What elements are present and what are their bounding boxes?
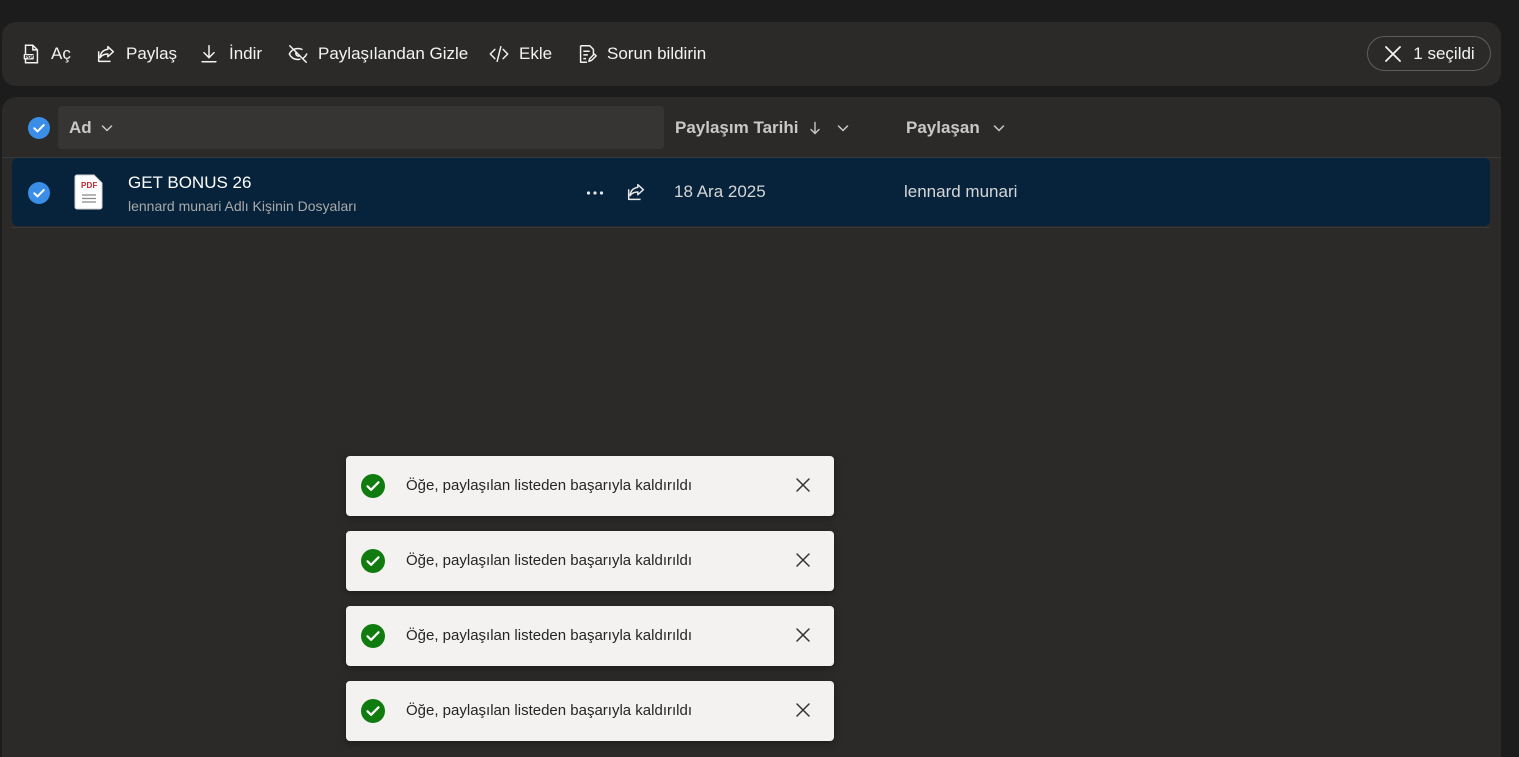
open-button[interactable]: Aç bbox=[20, 22, 71, 86]
toast-notification: Öğe, paylaşılan listeden başarıyla kaldı… bbox=[346, 681, 834, 741]
selected-count-label: 1 seçildi bbox=[1413, 43, 1475, 63]
column-shared-date-label: Paylaşım Tarihi bbox=[675, 117, 799, 137]
toast-notification: Öğe, paylaşılan listeden başarıyla kaldı… bbox=[346, 531, 834, 591]
toast-message: Öğe, paylaşılan listeden başarıyla kaldı… bbox=[406, 477, 692, 494]
report-icon bbox=[579, 45, 597, 63]
column-shared-by-label: Paylaşan bbox=[906, 117, 980, 137]
toast-message: Öğe, paylaşılan listeden başarıyla kaldı… bbox=[406, 552, 692, 569]
hide-from-shared-label: Paylaşılandan Gizle bbox=[318, 44, 469, 63]
pdf-file-icon: PDF bbox=[74, 174, 104, 210]
embed-label: Ekle bbox=[519, 44, 553, 63]
success-check-icon bbox=[361, 699, 385, 723]
hide-from-shared-button[interactable]: Paylaşılandan Gizle bbox=[287, 22, 468, 86]
share-button[interactable]: Paylaş bbox=[95, 22, 177, 86]
download-label: İndir bbox=[229, 44, 263, 63]
report-issue-label: Sorun bildirin bbox=[607, 44, 707, 63]
row-checkbox[interactable] bbox=[28, 182, 50, 204]
share-icon bbox=[97, 45, 115, 63]
command-bar: Aç Paylaş İndir Paylaşılandan Gizle Ekle… bbox=[2, 22, 1501, 86]
file-owner-location: lennard munari Adlı Kişinin Dosyaları bbox=[128, 198, 357, 214]
sort-down-arrow-icon bbox=[810, 121, 821, 134]
row-divider bbox=[12, 227, 1490, 228]
success-check-icon bbox=[361, 549, 385, 573]
column-name-label: Ad bbox=[69, 117, 92, 137]
embed-button[interactable]: Ekle bbox=[488, 22, 552, 86]
pdf-file-icon bbox=[23, 44, 39, 64]
hide-icon bbox=[288, 45, 308, 63]
code-icon bbox=[489, 45, 509, 63]
column-header-shared-date[interactable]: Paylaşım Tarihi bbox=[675, 106, 850, 149]
download-button[interactable]: İndir bbox=[198, 22, 262, 86]
column-header-name[interactable]: Ad bbox=[58, 106, 664, 149]
chevron-down-icon bbox=[838, 124, 849, 132]
share-icon[interactable] bbox=[625, 181, 647, 203]
file-name[interactable]: GET BONUS 26 bbox=[128, 173, 251, 193]
chevron-down-icon bbox=[101, 124, 112, 132]
toast-message: Öğe, paylaşılan listeden başarıyla kaldı… bbox=[406, 702, 692, 719]
close-icon[interactable] bbox=[794, 701, 812, 719]
list-header: Ad Paylaşım Tarihi Paylaşan bbox=[2, 97, 1501, 157]
success-check-icon bbox=[361, 624, 385, 648]
toast-notification: Öğe, paylaşılan listeden başarıyla kaldı… bbox=[346, 606, 834, 666]
shared-by-cell: lennard munari bbox=[904, 182, 1018, 201]
clear-selection-button[interactable]: 1 seçildi bbox=[1367, 36, 1491, 71]
toast-notification: Öğe, paylaşılan listeden başarıyla kaldı… bbox=[346, 456, 834, 516]
close-icon bbox=[1385, 45, 1402, 62]
pdf-badge-text: PDF bbox=[81, 181, 98, 190]
toast-message: Öğe, paylaşılan listeden başarıyla kaldı… bbox=[406, 627, 692, 644]
chevron-down-icon bbox=[993, 124, 1004, 132]
close-icon[interactable] bbox=[794, 626, 812, 644]
share-label: Paylaş bbox=[126, 44, 178, 63]
report-issue-button[interactable]: Sorun bildirin bbox=[576, 22, 706, 86]
more-options-icon[interactable] bbox=[584, 182, 606, 204]
close-icon[interactable] bbox=[794, 551, 812, 569]
column-header-shared-by[interactable]: Paylaşan bbox=[906, 106, 1006, 149]
shared-date-cell: 18 Ara 2025 bbox=[674, 182, 766, 201]
download-icon bbox=[201, 45, 217, 63]
open-label: Aç bbox=[51, 44, 71, 63]
select-all-checkbox[interactable] bbox=[28, 117, 50, 139]
table-row[interactable]: PDF GET BONUS 26 lennard munari Adlı Kiş… bbox=[12, 158, 1490, 226]
close-icon[interactable] bbox=[794, 476, 812, 494]
success-check-icon bbox=[361, 474, 385, 498]
